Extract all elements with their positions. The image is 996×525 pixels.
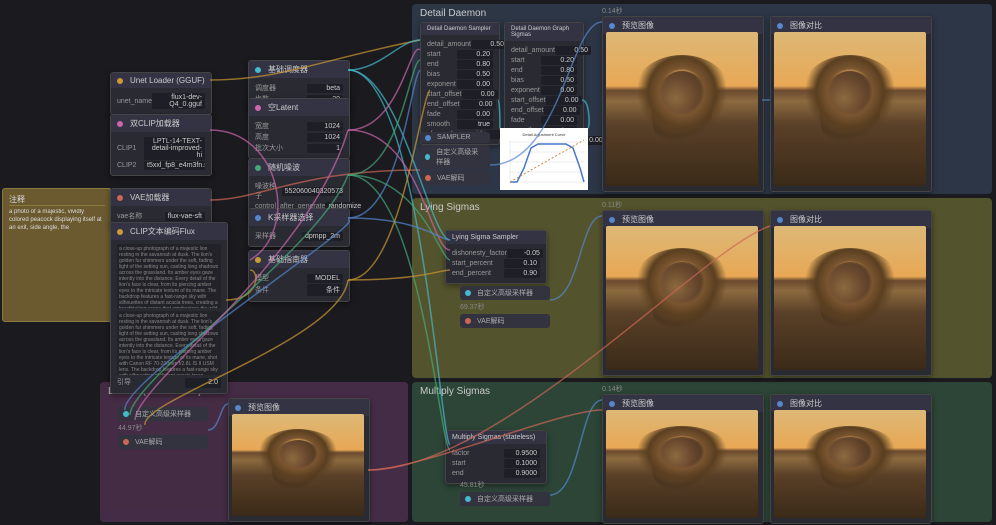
lion-image-2	[606, 226, 758, 370]
svg-text:Detail Adjustment Curve: Detail Adjustment Curve	[523, 132, 567, 137]
prompt-text-1[interactable]: a close-up photograph of a majestic lion…	[117, 244, 221, 308]
prompt-text-2[interactable]: a close-up photograph of a majestic lion…	[117, 311, 221, 375]
adv-sampler-multiply[interactable]: 自定义高级采样器	[460, 492, 550, 506]
lion-image-3	[606, 410, 758, 518]
lying-sigma-sampler-node[interactable]: Lying Sigma Sampler dishonesty_factor-0.…	[445, 230, 547, 284]
adv-sampler-lying[interactable]: 自定义高级采样器	[460, 286, 550, 300]
vae-decode-link[interactable]: VAE解码	[420, 171, 490, 185]
vae-decode-default[interactable]: VAE解码	[118, 435, 208, 449]
basic-guide-node[interactable]: 基础指南器 模型MODEL条件条件	[248, 250, 350, 302]
detail-daemon-sampler-node[interactable]: Detail Daemon Sampler detail_amount0.50s…	[420, 22, 500, 145]
empty-latent-node[interactable]: 空Latent 宽度1024高度1024批次大小1	[248, 98, 350, 159]
note-text: a photo of a majestic, vividly colored p…	[9, 209, 105, 309]
multiply-sigma-node[interactable]: Multiply Sigmas (stateless) factor0.9500…	[445, 430, 547, 484]
time-badge-2: 0.11秒	[602, 200, 622, 210]
vae-decode-lying[interactable]: VAE解码	[460, 314, 550, 328]
ksampler-select-node[interactable]: K采样器选择 采样器dpmpp_2m	[248, 208, 350, 247]
lion-image-default	[232, 414, 364, 516]
time-badge-1: 0.14秒	[602, 6, 623, 16]
lion-image-2b	[774, 226, 926, 370]
sigma-chart: Detail Adjustment Curve	[500, 128, 588, 190]
progress-lying: 69.37秒	[460, 302, 550, 312]
clip-loader-node[interactable]: 双CLIP加载器 CLIP1LPTL-14-TEXT-detail-improv…	[110, 114, 212, 176]
adv-sampler-default[interactable]: 自定义高级采样器	[118, 407, 208, 421]
lion-image-3b	[774, 410, 926, 518]
note-panel: 注释 a photo of a majestic, vividly colore…	[2, 188, 112, 322]
sampler-link[interactable]: SAMPLER	[420, 132, 490, 143]
unet-loader-node[interactable]: Unet Loader (GGUF) unet_nameflux1-dev-Q4…	[110, 72, 212, 115]
clip-encode-node[interactable]: CLIP文本编码Flux a close-up photograph of a …	[110, 222, 228, 394]
lion-image-1b	[774, 32, 926, 186]
lion-image-1	[606, 32, 758, 186]
adv-sampler-link[interactable]: 自定义高级采样器	[420, 145, 490, 169]
progress-multiply: 45.81秒	[460, 480, 550, 490]
progress-default: 44.97秒	[118, 423, 208, 433]
time-badge-3: 0.14秒	[602, 384, 623, 394]
